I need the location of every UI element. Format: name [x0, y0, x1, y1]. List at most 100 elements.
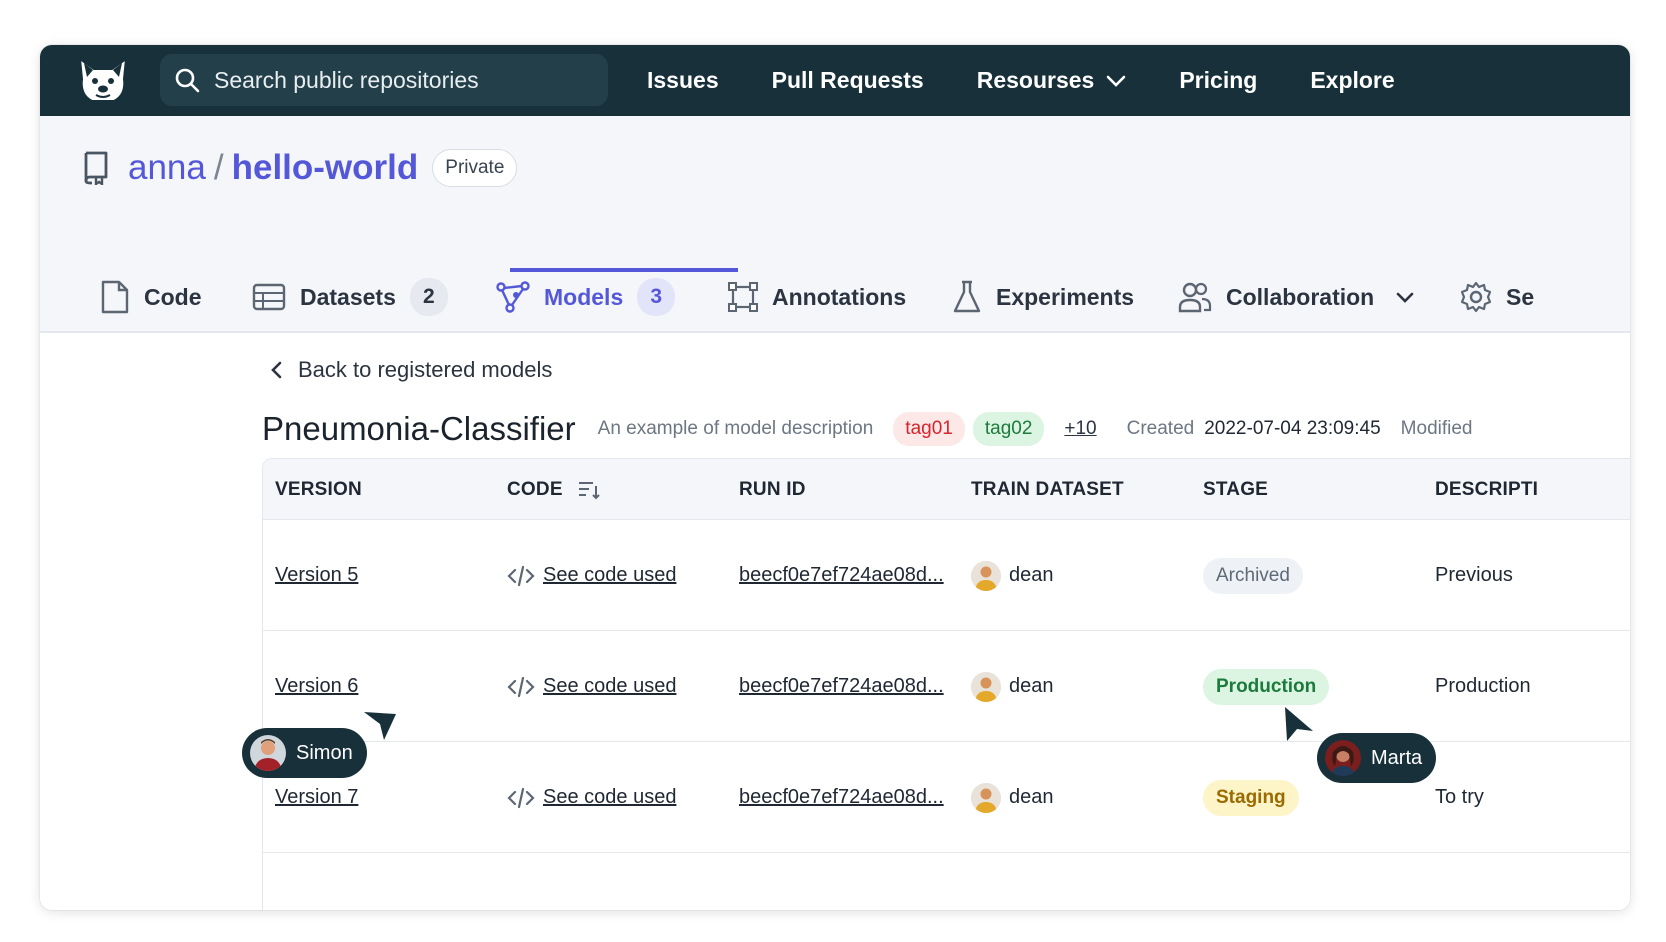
avatar: [971, 782, 1001, 813]
tab-settings-label: Se: [1506, 283, 1535, 310]
stage-cell: Archived: [1203, 520, 1303, 631]
table-header: VERSION CODE RUN ID TRAIN DATASET STAGE …: [263, 459, 1630, 520]
avatar: [971, 560, 1001, 591]
code-icon: [507, 565, 535, 586]
model-header: Pneumonia-Classifier An example of model…: [262, 410, 1483, 448]
tab-datasets[interactable]: Datasets 2: [252, 261, 448, 333]
tab-datasets-count: 2: [409, 278, 448, 316]
see-code-link[interactable]: See code used: [543, 786, 676, 809]
col-description: DESCRIPTI: [1435, 479, 1539, 500]
versions-table: VERSION CODE RUN ID TRAIN DATASET STAGE …: [262, 458, 1630, 910]
model-name: Pneumonia-Classifier: [262, 410, 576, 447]
tab-settings[interactable]: Se: [1460, 261, 1534, 333]
users-icon: [1178, 282, 1212, 313]
tag-chip[interactable]: tag02: [972, 412, 1045, 446]
chevron-down-icon: [1107, 75, 1126, 87]
tab-models-count: 3: [637, 278, 676, 316]
train-dataset-cell: dean: [971, 520, 1054, 631]
collaborator-cursor-simon: Simon: [242, 728, 367, 778]
repo-name-link[interactable]: hello-world: [232, 148, 419, 188]
active-tab-indicator: [510, 268, 738, 272]
repo-header: anna / hello-world Private Code Datasets…: [40, 116, 1630, 333]
flask-icon: [953, 280, 981, 313]
tag-chip[interactable]: tag01: [893, 412, 965, 446]
version-link[interactable]: Version 6: [275, 631, 358, 742]
tab-annotations-label: Annotations: [772, 283, 907, 310]
avatar: [250, 735, 286, 771]
dog-logo-icon[interactable]: [74, 55, 132, 107]
gear-icon: [1460, 281, 1492, 313]
nav-pricing[interactable]: Pricing: [1179, 67, 1257, 94]
stage-badge-production[interactable]: Production: [1203, 668, 1330, 705]
col-stage: STAGE: [1203, 479, 1269, 500]
code-cell[interactable]: See code used: [507, 520, 676, 631]
tab-collaboration[interactable]: Collaboration: [1178, 261, 1414, 333]
code-icon: [507, 787, 535, 808]
back-to-models-link[interactable]: Back to registered models: [270, 357, 552, 383]
see-code-link[interactable]: See code used: [543, 564, 676, 587]
search-box[interactable]: [160, 54, 608, 106]
code-cell[interactable]: See code used: [507, 631, 676, 742]
stage-cell: Staging: [1203, 742, 1299, 853]
chevron-left-icon: [271, 361, 282, 379]
description-cell: Previous: [1435, 564, 1513, 586]
nav-issues[interactable]: Issues: [647, 67, 719, 94]
created-label: Created: [1126, 418, 1195, 439]
top-navbar: Issues Pull Requests Resourses Pricing E…: [40, 45, 1630, 116]
modified-label: Modified: [1400, 418, 1473, 439]
version-link[interactable]: Version 5: [275, 520, 358, 631]
col-train-dataset: TRAIN DATASET: [971, 479, 1124, 500]
user-name: dean: [1009, 675, 1054, 697]
description-cell: Production: [1435, 675, 1531, 697]
tab-code[interactable]: Code: [100, 261, 202, 333]
repo-title: anna / hello-world Private: [82, 148, 518, 188]
back-label: Back to registered models: [298, 357, 553, 382]
model-description: An example of model description: [597, 418, 874, 439]
repo-icon: [84, 151, 108, 185]
description-cell: To try: [1435, 786, 1484, 808]
avatar: [1325, 740, 1361, 776]
bounding-box-icon: [728, 282, 758, 312]
file-icon: [101, 280, 129, 314]
search-input[interactable]: [214, 66, 594, 94]
search-icon: [175, 68, 200, 93]
code-cell[interactable]: See code used: [507, 742, 676, 853]
table-icon: [252, 283, 286, 311]
run-id-link[interactable]: beecf0e7ef724ae08d...: [739, 742, 944, 853]
tab-experiments-label: Experiments: [996, 283, 1135, 310]
table-row: Version 5 See code used beecf0e7ef724ae0…: [263, 520, 1630, 631]
run-id-link[interactable]: beecf0e7ef724ae08d...: [739, 520, 944, 631]
avatar: [971, 671, 1001, 702]
visibility-badge: Private: [432, 149, 518, 187]
col-run-id: RUN ID: [739, 479, 806, 500]
nav-explore[interactable]: Explore: [1310, 67, 1394, 94]
tab-experiments[interactable]: Experiments: [952, 261, 1134, 333]
tab-annotations[interactable]: Annotations: [728, 261, 906, 333]
user-name: dean: [1009, 786, 1054, 808]
sort-icon[interactable]: [578, 480, 600, 500]
cursor-arrow-icon: [364, 712, 396, 740]
col-code-label: CODE: [507, 479, 563, 500]
cursor-arrow-icon: [1285, 707, 1313, 741]
train-dataset-cell: dean: [971, 742, 1054, 853]
collaborator-cursor-marta: Marta: [1317, 733, 1437, 783]
collaborator-name: Simon: [296, 741, 353, 764]
user-name: dean: [1009, 564, 1054, 586]
nav-resources-label: Resourses: [976, 67, 1095, 93]
run-id-link[interactable]: beecf0e7ef724ae08d...: [739, 631, 944, 742]
col-code[interactable]: CODE: [507, 459, 600, 520]
see-code-link[interactable]: See code used: [543, 675, 676, 698]
nav-resources[interactable]: Resourses: [977, 67, 1127, 94]
collaborator-name: Marta: [1371, 746, 1423, 769]
stage-badge-archived[interactable]: Archived: [1203, 557, 1303, 594]
stage-badge-staging[interactable]: Staging: [1203, 779, 1299, 816]
code-icon: [507, 676, 535, 697]
repo-owner-link[interactable]: anna: [128, 148, 206, 188]
more-tags-link[interactable]: +10: [1064, 418, 1096, 440]
nav-pull-requests[interactable]: Pull Requests: [772, 67, 924, 94]
train-dataset-cell: dean: [971, 631, 1054, 742]
tab-models-label: Models: [544, 283, 624, 310]
col-version: VERSION: [275, 479, 362, 500]
created-value: 2022-07-04 23:09:45: [1204, 418, 1381, 439]
repo-tabs: Code Datasets 2 Models 3 Annotations Exp…: [40, 261, 1630, 333]
